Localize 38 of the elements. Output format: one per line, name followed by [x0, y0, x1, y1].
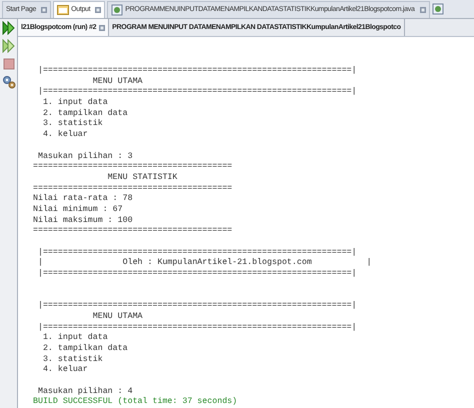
- output-window-icon: [57, 4, 70, 16]
- console-line: 3. statistik: [42, 354, 104, 365]
- console-line: ========================================: [33, 184, 234, 194]
- console-line: ========================================: [33, 162, 234, 173]
- console-line: 1. input data: [42, 98, 109, 109]
- console-line: Masukan pilihan : 4: [36, 386, 134, 397]
- console-line: MENU STATISTIK: [106, 172, 178, 184]
- java-file-icon: [111, 4, 124, 16]
- build-status-line: BUILD SUCCESSFUL (total time: 37 seconds): [33, 397, 238, 408]
- console-line: ========================================: [33, 226, 234, 237]
- stop-icon[interactable]: [2, 57, 16, 71]
- close-icon[interactable]: [99, 24, 106, 30]
- console-line: |==============================================================|: [36, 322, 358, 333]
- console-line: 3. statistik: [42, 119, 104, 130]
- console-line: Nilai minimum : 67: [33, 204, 124, 216]
- console-line: |==============================================================|: [36, 301, 358, 312]
- console-line: 4. keluar: [42, 130, 89, 141]
- console-line: 4. keluar: [42, 365, 89, 376]
- console-line: 2. tampilkan data: [42, 344, 129, 355]
- console-line: Nilai maksimum : 100: [33, 216, 134, 226]
- java-file-icon: [432, 3, 444, 15]
- console-line: MENU UTAMA: [92, 312, 144, 322]
- console-line: Nilai rata-rata : 78: [33, 194, 134, 205]
- console-line: |==============================================================|: [36, 87, 358, 98]
- console-line: 2. tampilkan data: [42, 108, 129, 119]
- rerun-icon[interactable]: [2, 21, 16, 35]
- close-icon[interactable]: [420, 6, 426, 12]
- run-icon[interactable]: [2, 39, 16, 53]
- close-icon[interactable]: [41, 6, 48, 12]
- console-line: Masukan pilihan : 3: [36, 152, 134, 162]
- console-line: |==============================================================|: [36, 248, 358, 258]
- console-line: | Oleh : KumpulanArtikel-21.blogspot.com |: [36, 258, 373, 269]
- settings-icon[interactable]: [2, 75, 16, 89]
- console-line: MENU UTAMA: [92, 76, 144, 87]
- console-line: |==============================================================|: [36, 269, 358, 280]
- close-icon[interactable]: [95, 6, 102, 12]
- console-line: 1. input data: [42, 333, 109, 344]
- console-line: |==============================================================|: [36, 66, 358, 77]
